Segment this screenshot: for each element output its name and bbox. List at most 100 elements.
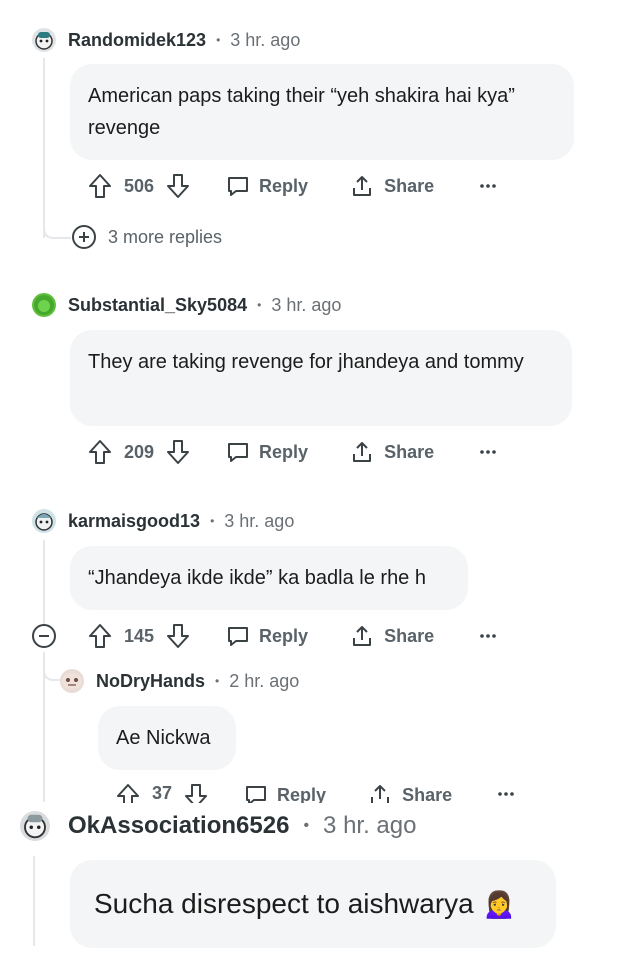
ellipsis-icon [498,792,514,796]
comment-actions: 209 Reply Share [88,439,496,465]
separator-dot: • [257,298,262,312]
reply-icon [228,627,249,646]
reply-icon [246,786,267,803]
comment-text: Ae Nickwa [116,727,211,749]
upvote-button[interactable] [88,173,112,199]
comment-header: Substantial_Sky5084 • 3 hr. ago [32,293,341,317]
share-label: Share [402,784,453,804]
comment-actions: 37 Reply Share [116,783,514,803]
reply-label: Reply [277,784,327,804]
comment-header: karmaisgood13 • 3 hr. ago [32,509,294,533]
share-button[interactable]: Share [350,624,434,648]
ellipsis-icon [480,634,496,638]
reply-label: Reply [259,441,309,462]
more-options-button[interactable] [480,449,496,455]
share-icon [371,785,390,803]
avatar[interactable] [60,669,84,693]
reply-icon [228,177,249,196]
upvote-icon [89,624,111,648]
share-icon [353,176,372,196]
user-avatar-icon [62,673,82,689]
vote-count: 209 [124,441,155,462]
snoo-avatar-icon [35,513,53,531]
comment-actions: 506 Reply Share [88,173,496,199]
more-replies-button[interactable]: 3 more replies [72,225,222,249]
thread-line [43,540,45,628]
downvote-button[interactable] [166,623,190,649]
vote-count: 145 [124,625,155,646]
snoo-avatar-icon [34,295,54,315]
reply-button[interactable]: Reply [226,174,308,198]
share-button[interactable]: Share [350,174,434,198]
comment-text: “Jhandeya ikde ikde” ka badla le rhe h [88,567,426,589]
timestamp: 3 hr. ago [230,29,301,50]
reply-button[interactable]: Reply [244,783,326,803]
comment-header: OkAssociation6526 • 3 hr. ago [20,811,416,841]
timestamp: 2 hr. ago [229,670,300,691]
upvote-button[interactable] [116,783,140,803]
comment-header: Randomidek123 • 3 hr. ago [32,28,300,52]
downvote-icon [167,174,190,198]
reply-button[interactable]: Reply [226,624,308,648]
comment-text: Sucha disrespect to aishwarya [94,888,474,919]
more-replies-label: 3 more replies [108,226,223,247]
comment-body: Sucha disrespect to aishwarya 🙍‍♀️ [70,860,556,948]
reply-label: Reply [259,175,309,196]
avatar[interactable] [32,28,56,52]
avatar[interactable] [32,293,56,317]
username[interactable]: Substantial_Sky5084 [68,295,247,316]
comment-body: They are taking revenge for jhandeya and… [70,330,572,426]
vote-count: 37 [152,783,173,803]
thread-connector [43,214,71,239]
downvote-button[interactable] [166,439,190,465]
avatar[interactable] [20,811,50,841]
upvote-icon [89,174,111,198]
upvote-icon [117,784,139,803]
thread-line [43,58,45,238]
woman-emoji: 🙍‍♀️ [481,888,517,919]
more-options-button[interactable] [480,633,496,639]
more-options-button[interactable] [498,791,514,797]
share-label: Share [384,441,435,462]
separator-dot: • [215,674,220,688]
share-button[interactable]: Share [368,783,452,803]
downvote-button[interactable] [166,173,190,199]
ellipsis-icon [480,450,496,454]
downvote-icon [167,440,190,464]
username[interactable]: OkAssociation6526 [68,812,289,840]
share-icon [353,626,372,646]
thread-line [33,856,35,946]
upvote-button[interactable] [88,439,112,465]
upvote-icon [89,440,111,464]
timestamp: 3 hr. ago [323,812,417,839]
collapse-thread-button[interactable] [32,624,56,648]
separator-dot: • [303,817,310,834]
share-icon [353,442,372,462]
downvote-button[interactable] [184,783,208,803]
comment-actions: 145 Reply Share [32,623,496,649]
reply-button[interactable]: Reply [226,440,308,464]
comment-text: American paps taking their “yeh shakira … [88,85,515,139]
vote-count: 506 [124,175,155,196]
timestamp: 3 hr. ago [271,294,342,315]
share-label: Share [384,625,435,646]
share-button[interactable]: Share [350,440,434,464]
collapse-icon [39,635,49,637]
username[interactable]: karmaisgood13 [68,511,200,532]
share-label: Share [384,175,435,196]
username[interactable]: Randomidek123 [68,30,206,51]
reply-label: Reply [259,625,309,646]
comment-body: “Jhandeya ikde ikde” ka badla le rhe h [70,546,468,610]
reply-icon [228,443,249,462]
snoo-avatar-icon [24,814,46,839]
ellipsis-icon [480,184,496,188]
upvote-button[interactable] [88,623,112,649]
comment-body: American paps taking their “yeh shakira … [70,64,574,160]
more-options-button[interactable] [480,183,496,189]
separator-dot: • [216,33,221,47]
comment-text: They are taking revenge for jhandeya and… [88,351,524,373]
downvote-icon [167,624,190,648]
username[interactable]: NoDryHands [96,671,205,692]
expand-icon [72,225,96,249]
avatar[interactable] [32,509,56,533]
